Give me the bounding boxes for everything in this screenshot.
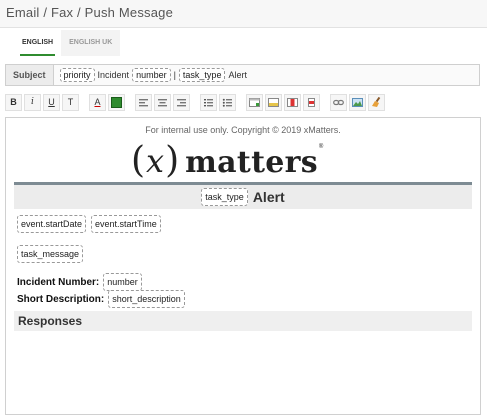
align-center-icon: [158, 98, 167, 106]
short-description-label: Short Description:: [17, 293, 105, 305]
start-date-token[interactable]: event.startDate: [17, 215, 87, 233]
short-description-token[interactable]: short_description: [108, 290, 185, 308]
priority-token[interactable]: priority: [59, 68, 95, 82]
number-token[interactable]: number: [132, 68, 171, 82]
tab-english[interactable]: ENGLISH: [14, 30, 62, 56]
incident-number-token[interactable]: number: [103, 273, 142, 291]
incident-number-row: Incident Number: number: [17, 273, 142, 291]
underline-icon: U: [48, 97, 55, 107]
task-type-token[interactable]: task_type: [201, 188, 248, 206]
link-button[interactable]: [330, 93, 347, 111]
image-button[interactable]: [349, 93, 366, 111]
delete-column-icon: [287, 97, 298, 107]
bold-icon: B: [10, 97, 17, 107]
unordered-list-button[interactable]: [219, 93, 236, 111]
logo-word: matters: [185, 145, 318, 180]
clean-button[interactable]: [368, 93, 385, 111]
unordered-list-icon: [222, 98, 232, 107]
insert-row-button[interactable]: [265, 93, 282, 111]
insert-table-button[interactable]: [246, 93, 263, 111]
message-row: task_message: [17, 244, 84, 263]
page-title: Email / Fax / Push Message: [6, 5, 174, 20]
subject-separator: |: [173, 70, 176, 80]
link-icon: [333, 99, 344, 105]
start-time-token[interactable]: event.startTime: [91, 215, 161, 233]
subject-content[interactable]: priority Incident number | task_type Ale…: [54, 68, 247, 82]
copyright-text: For internal use only. Copyright © 2019 …: [145, 125, 341, 135]
clean-icon: [372, 97, 381, 107]
logo-registered: ®: [318, 144, 324, 150]
task-type-token[interactable]: task_type: [178, 68, 226, 82]
text-button[interactable]: T: [62, 93, 79, 111]
header-bar: Email / Fax / Push Message: [0, 0, 487, 28]
event-date-row: event.startDate event.startTime: [17, 215, 161, 233]
tab-english-uk[interactable]: ENGLISH UK: [61, 30, 120, 56]
image-icon: [352, 97, 363, 107]
background-color-icon: [111, 96, 122, 108]
insert-table-icon: [249, 97, 260, 107]
ordered-list-icon: [204, 98, 213, 106]
incident-number-label: Incident Number:: [17, 276, 100, 288]
task-message-token[interactable]: task_message: [17, 245, 84, 263]
align-right-icon: [177, 98, 186, 106]
bold-button[interactable]: B: [5, 93, 22, 111]
underline-button[interactable]: U: [43, 93, 60, 111]
subject-button[interactable]: Subject: [6, 65, 54, 85]
subject-text-alert: Alert: [228, 70, 247, 80]
message-editor[interactable]: For internal use only. Copyright © 2019 …: [5, 117, 481, 415]
font-color-button[interactable]: A: [89, 93, 106, 111]
short-description-row: Short Description: short_description: [17, 290, 185, 308]
ordered-list-button[interactable]: [200, 93, 217, 111]
align-left-button[interactable]: [135, 93, 152, 111]
alert-title: Alert: [252, 189, 285, 205]
delete-row-button[interactable]: [303, 93, 320, 111]
align-center-button[interactable]: [154, 93, 171, 111]
logo-paren-close: ): [165, 140, 180, 181]
subject-field[interactable]: Subject priority Incident number | task_…: [5, 64, 480, 86]
delete-column-button[interactable]: [284, 93, 301, 111]
logo-x: x: [146, 142, 165, 180]
responses-heading: Responses: [14, 311, 472, 331]
subject-text-incident: Incident: [97, 70, 130, 80]
italic-button[interactable]: i: [24, 93, 41, 111]
background-color-button[interactable]: [108, 93, 125, 111]
delete-row-icon: [308, 97, 315, 107]
insert-row-icon: [268, 97, 279, 107]
align-left-icon: [139, 98, 148, 106]
text-icon: T: [67, 97, 74, 107]
language-tabs: ENGLISH ENGLISH UK: [14, 30, 121, 56]
alert-header: task_type Alert: [14, 182, 472, 209]
editor-toolbar: B i U T A: [5, 91, 480, 113]
font-color-icon: A: [94, 97, 101, 107]
align-right-button[interactable]: [173, 93, 190, 111]
xmatters-logo: ( x ) matters ®: [131, 140, 324, 181]
logo-paren-open: (: [131, 140, 146, 181]
italic-icon: i: [31, 97, 34, 107]
